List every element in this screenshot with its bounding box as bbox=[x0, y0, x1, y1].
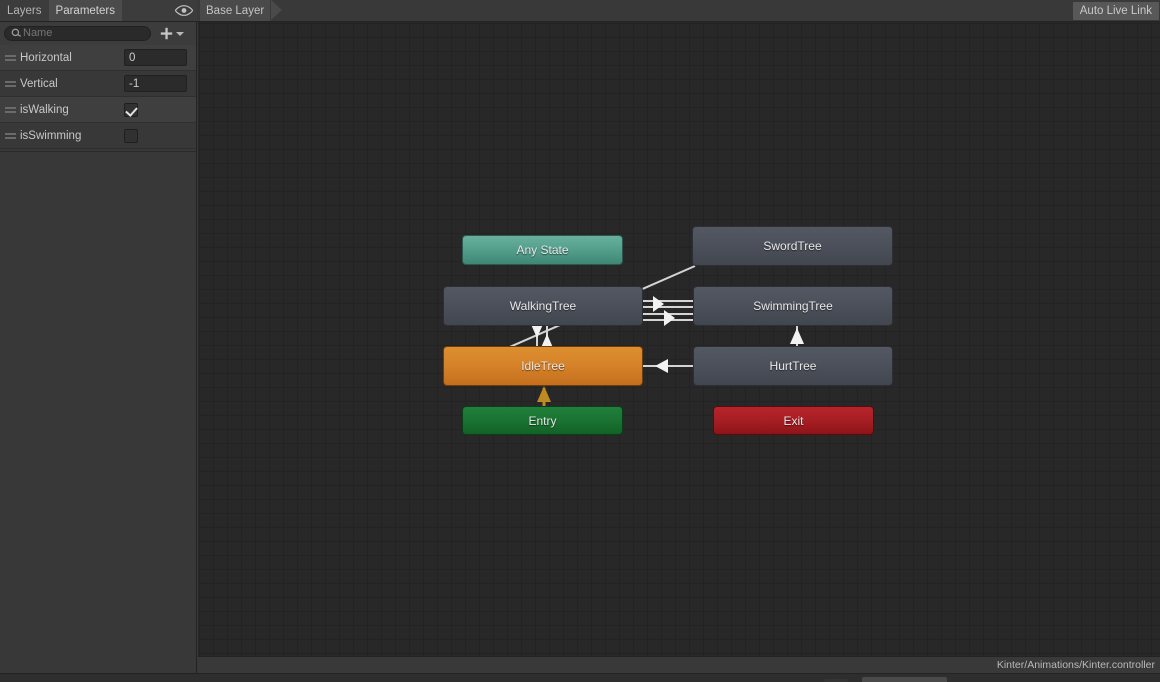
drag-handle-icon[interactable] bbox=[0, 123, 20, 149]
chevron-down-icon[interactable] bbox=[176, 31, 184, 36]
add-parameter-button[interactable] bbox=[159, 26, 174, 42]
search-icon bbox=[10, 28, 22, 40]
state-label: Any State bbox=[516, 243, 569, 257]
state-node-swimmingtree[interactable]: SwimmingTree bbox=[693, 286, 893, 326]
state-node-walkingtree[interactable]: WalkingTree bbox=[443, 286, 643, 326]
arrowhead-left-idletree bbox=[655, 359, 668, 373]
parameter-list: Horizontal 0 Vertical -1 isWalking isSwi… bbox=[0, 45, 196, 149]
state-label: Exit bbox=[783, 413, 804, 428]
bottom-partial-tab[interactable] bbox=[862, 677, 947, 682]
tab-parameters[interactable]: Parameters bbox=[48, 0, 122, 21]
state-label: SwordTree bbox=[763, 239, 822, 253]
parameter-row-horizontal[interactable]: Horizontal 0 bbox=[0, 45, 196, 71]
state-node-entry[interactable]: Entry bbox=[462, 406, 623, 435]
drag-handle-icon[interactable] bbox=[0, 97, 20, 123]
window-bottom-strip bbox=[0, 673, 1160, 682]
search-field[interactable]: Name bbox=[4, 26, 151, 41]
asset-path-label: Kinter/Animations/Kinter.controller bbox=[996, 659, 1155, 671]
parameter-name: isSwimming bbox=[20, 129, 82, 142]
state-label: WalkingTree bbox=[509, 299, 577, 313]
state-node-exit[interactable]: Exit bbox=[713, 406, 874, 435]
state-node-idletree[interactable]: IdleTree bbox=[443, 346, 643, 386]
tab-layers[interactable]: Layers bbox=[0, 0, 49, 21]
status-bar: Kinter/Animations/Kinter.controller bbox=[198, 656, 1160, 673]
state-node-hurttree[interactable]: HurtTree bbox=[693, 346, 893, 386]
state-label: SwimmingTree bbox=[753, 299, 833, 313]
auto-live-link-button[interactable]: Auto Live Link bbox=[1072, 2, 1159, 20]
state-label: Entry bbox=[528, 413, 557, 428]
parameter-list-empty-area bbox=[0, 151, 196, 670]
parameter-row-isswimming[interactable]: isSwimming bbox=[0, 123, 196, 149]
eye-icon[interactable] bbox=[171, 0, 197, 21]
layers-parameters-tabs: Layers Parameters bbox=[0, 0, 197, 21]
transition-edges: .ln { stroke: #d4d4d4; stroke-width: 2; … bbox=[447, 265, 804, 406]
parameter-checkbox[interactable] bbox=[124, 128, 138, 143]
drag-handle-icon[interactable] bbox=[0, 45, 20, 71]
arrowhead-entry-idletree bbox=[537, 386, 551, 402]
parameter-name: Vertical bbox=[20, 77, 58, 90]
state-node-swordtree[interactable]: SwordTree bbox=[692, 226, 893, 266]
parameter-value-input[interactable]: -1 bbox=[124, 75, 187, 92]
breadcrumb-chevron-icon bbox=[271, 0, 282, 20]
parameter-checkbox[interactable] bbox=[124, 102, 138, 117]
arrowhead-to-walkingtree bbox=[653, 296, 664, 312]
parameter-search-row: Name bbox=[0, 22, 196, 45]
parameter-name: isWalking bbox=[20, 103, 69, 116]
search-input[interactable]: Name bbox=[23, 27, 52, 40]
parameter-row-vertical[interactable]: Vertical -1 bbox=[0, 71, 196, 97]
parameter-row-iswalking[interactable]: isWalking bbox=[0, 97, 196, 123]
parameters-panel: Name Horizontal 0 Vertical -1 isWalking … bbox=[0, 22, 197, 670]
arrowhead-up-swimmingtree bbox=[790, 328, 804, 344]
tab-spacer bbox=[121, 0, 171, 21]
parameter-name: Horizontal bbox=[20, 51, 72, 64]
state-machine-graph[interactable]: .ln { stroke: #d4d4d4; stroke-width: 2; … bbox=[198, 22, 1160, 656]
drag-handle-icon[interactable] bbox=[0, 71, 20, 97]
animator-toolbar: Layers Parameters Base Layer Auto Live L… bbox=[0, 0, 1160, 22]
state-label: HurtTree bbox=[769, 359, 817, 373]
breadcrumb-bar: Base Layer Auto Live Link bbox=[197, 0, 1160, 21]
state-label: IdleTree bbox=[521, 359, 565, 373]
state-node-any-state[interactable]: Any State bbox=[462, 235, 623, 265]
parameter-value-input[interactable]: 0 bbox=[124, 49, 187, 66]
arrowhead-to-swimmingtree bbox=[664, 310, 675, 326]
breadcrumb-base-layer[interactable]: Base Layer bbox=[200, 0, 271, 21]
animator-window: Layers Parameters Base Layer Auto Live L… bbox=[0, 0, 1160, 682]
